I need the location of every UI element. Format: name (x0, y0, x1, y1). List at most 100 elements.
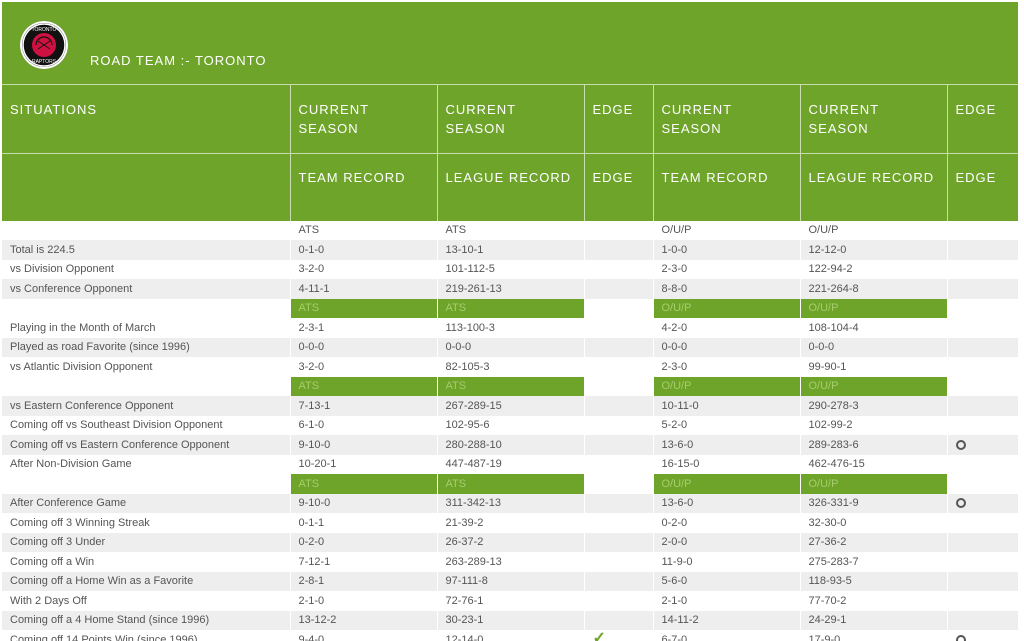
cell-edge-ats (584, 259, 654, 279)
cell-league-ats: ATS (437, 220, 585, 240)
table-row: vs Eastern Conference Opponent 7-13-1 267-… (2, 396, 1018, 416)
cell-league-ats: ATS (437, 474, 585, 494)
table-row: With 2 Days Off 2-1-0 72-76-1 2-1-0 77-70-2 (2, 591, 1018, 611)
table-row: Played as road Favorite (since 1996) 0-0-… (2, 337, 1018, 357)
cell-league-ou: O/U/P (800, 298, 948, 318)
cell-edge-ats (584, 571, 654, 591)
cell-situations: vs Eastern Conference Opponent (2, 396, 291, 416)
cell-team-ou: 2-1-0 (653, 591, 801, 611)
raptors-logo: TORONTO RAPTORS (20, 21, 68, 69)
cell-team-ou: 4-2-0 (653, 318, 801, 338)
cell-league-ou: O/U/P (800, 474, 948, 494)
cell-league-ou: 0-0-0 (800, 337, 948, 357)
group-separator-row: ATS ATS O/U/P O/U/P (2, 376, 1018, 396)
cell-edge-ats (584, 493, 654, 513)
cell-team-ou: 13-6-0 (653, 435, 801, 455)
cell-situations: Playing in the Month of March (2, 318, 291, 338)
road-team-title: ROAD TEAM :- TORONTO (90, 53, 267, 68)
cell-league-ats: 447-487-19 (437, 454, 585, 474)
cell-team-ou: 1-0-0 (653, 240, 801, 260)
cell-league-ou: 77-70-2 (800, 591, 948, 611)
table-row: After Non-Division Game 10-20-1 447-487-19… (2, 454, 1018, 474)
group-separator-row: ATS ATS O/U/P O/U/P (2, 298, 1018, 318)
matchup-panel: TORONTO RAPTORS ROAD TEAM :- TORONTO SIT… (2, 2, 1018, 641)
cell-league-ats: 113-100-3 (437, 318, 585, 338)
col-subheader-team-ats: TEAM RECORD (290, 153, 438, 221)
cell-situations: vs Atlantic Division Opponent (2, 357, 291, 377)
cell-team-ou: 6-7-0 (653, 630, 801, 641)
cell-situations (2, 376, 291, 396)
cell-league-ou: 32-30-0 (800, 513, 948, 533)
col-header-edge-ats: EDGE (584, 84, 654, 154)
cell-edge-ou (947, 298, 1018, 318)
cell-league-ou: 289-283-6 (800, 435, 948, 455)
cell-team-ou: 2-0-0 (653, 532, 801, 552)
cell-edge-ats (584, 474, 654, 494)
cell-team-ou: 8-8-0 (653, 279, 801, 299)
col-header-league-ats: CURRENT SEASON (437, 84, 585, 154)
cell-situations: Played as road Favorite (since 1996) (2, 337, 291, 357)
cell-team-ats: 9-10-0 (290, 435, 438, 455)
cell-team-ou: 5-6-0 (653, 571, 801, 591)
cell-edge-ou (947, 591, 1018, 611)
cell-league-ou: 290-278-3 (800, 396, 948, 416)
cell-league-ats: 97-111-8 (437, 571, 585, 591)
cell-edge-ou (947, 532, 1018, 552)
cell-situations: vs Division Opponent (2, 259, 291, 279)
cell-situations (2, 298, 291, 318)
col-subheader-league-ats: LEAGUE RECORD (437, 153, 585, 221)
cell-league-ats: 219-261-13 (437, 279, 585, 299)
table-row: Total is 224.5 0-1-0 13-10-1 1-0-0 12-12-0 (2, 240, 1018, 260)
cell-team-ats: 4-11-1 (290, 279, 438, 299)
col-header-league-ou: CURRENT SEASON (800, 84, 948, 154)
cell-league-ats: 280-288-10 (437, 435, 585, 455)
cell-edge-ats (584, 552, 654, 572)
col-subheader-league-ou: LEAGUE RECORD (800, 153, 948, 221)
header-row-periods: SITUATIONS CURRENT SEASON CURRENT SEASON ED… (2, 84, 1018, 154)
cell-league-ats: 0-0-0 (437, 337, 585, 357)
table-row: Coming off 3 Under 0-2-0 26-37-2 2-0-0 27-36… (2, 532, 1018, 552)
table-row: Coming off a Win 7-12-1 263-289-13 11-9-0 27… (2, 552, 1018, 572)
group-separator-row: ATS ATS O/U/P O/U/P (2, 474, 1018, 494)
table-row: Coming off a 4 Home Stand (since 1996) 13… (2, 610, 1018, 630)
table-row: ATS ATS O/U/P O/U/P (2, 220, 1018, 240)
cell-league-ou: 24-29-1 (800, 610, 948, 630)
cell-team-ou: 13-6-0 (653, 493, 801, 513)
cell-league-ou: 27-36-2 (800, 532, 948, 552)
cell-edge-ats (584, 532, 654, 552)
cell-team-ats: 0-0-0 (290, 337, 438, 357)
cell-league-ou: 326-331-9 (800, 493, 948, 513)
cell-league-ou: 108-104-4 (800, 318, 948, 338)
cell-league-ou: O/U/P (800, 220, 948, 240)
col-subheader-edge-ats: EDGE (584, 153, 654, 221)
cell-edge-ats (584, 279, 654, 299)
cell-edge-ats (584, 318, 654, 338)
cell-team-ats: 0-2-0 (290, 532, 438, 552)
cell-team-ats: 7-12-1 (290, 552, 438, 572)
cell-team-ou: 11-9-0 (653, 552, 801, 572)
cell-situations: Coming off a Home Win as a Favorite (2, 571, 291, 591)
cell-team-ats: 2-8-1 (290, 571, 438, 591)
table-row: Coming off vs Eastern Conference Opponen… (2, 435, 1018, 455)
cell-league-ats: 21-39-2 (437, 513, 585, 533)
cell-league-ats: 102-95-6 (437, 415, 585, 435)
cell-team-ats: 3-2-0 (290, 357, 438, 377)
cell-team-ats: 2-1-0 (290, 591, 438, 611)
cell-league-ou: 102-99-2 (800, 415, 948, 435)
cell-situations: Coming off 14 Points Win (since 1996) (2, 630, 291, 641)
cell-league-ats: 13-10-1 (437, 240, 585, 260)
cell-team-ou: O/U/P (653, 220, 801, 240)
cell-team-ou: 2-3-0 (653, 357, 801, 377)
cell-team-ats: ATS (290, 474, 438, 494)
col-header-situations: SITUATIONS (2, 84, 291, 154)
cell-league-ou: 122-94-2 (800, 259, 948, 279)
cell-edge-ou (947, 357, 1018, 377)
cell-situations: Coming off 3 Under (2, 532, 291, 552)
cell-edge-ou (947, 571, 1018, 591)
table-row: vs Atlantic Division Opponent 3-2-0 82-105… (2, 357, 1018, 377)
cell-league-ats: ATS (437, 376, 585, 396)
cell-edge-ats (584, 415, 654, 435)
col-subheader-edge-ou: EDGE (947, 153, 1018, 221)
cell-team-ou: 16-15-0 (653, 454, 801, 474)
table-row: Coming off 3 Winning Streak 0-1-1 21-39-2 0… (2, 513, 1018, 533)
